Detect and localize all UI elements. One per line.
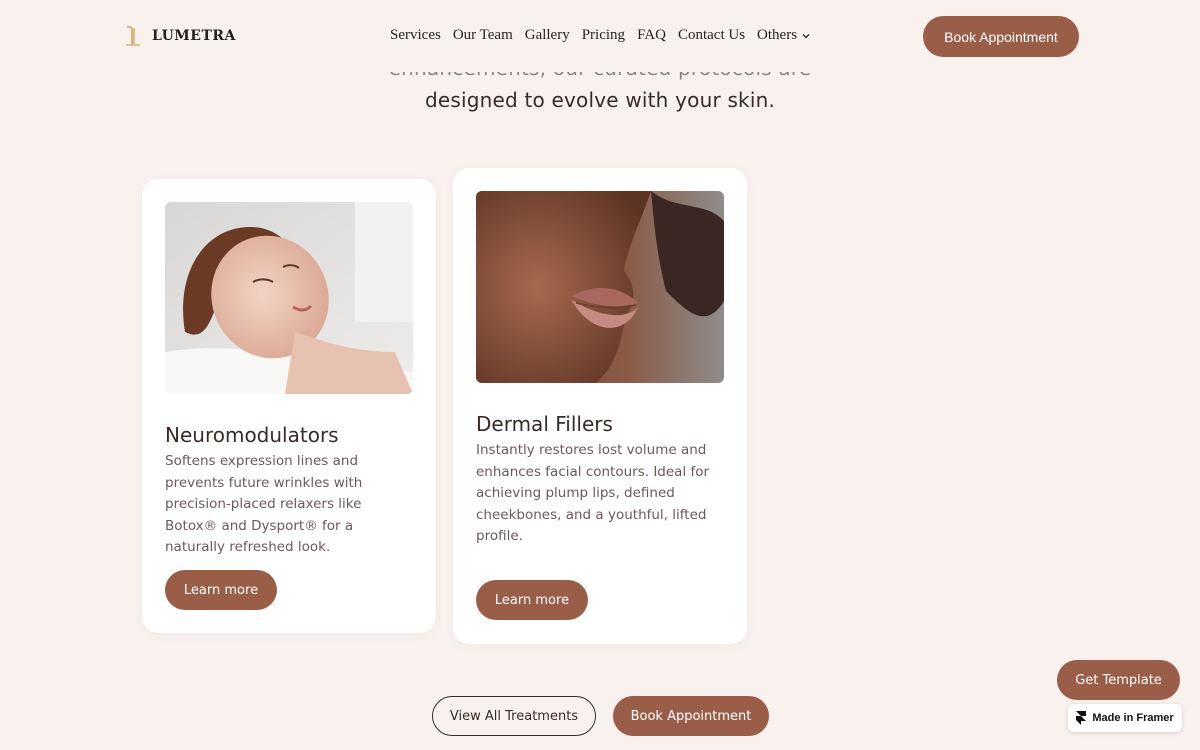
lips-closeup-photo (476, 191, 724, 383)
chevron-down-icon (802, 33, 810, 38)
nav-services[interactable]: Services (390, 27, 441, 44)
made-in-framer-label: Made in Framer (1092, 712, 1174, 724)
nav-gallery[interactable]: Gallery (525, 27, 570, 44)
card-description: Softens expression lines and prevents fu… (165, 453, 363, 555)
intro-text-line-2: designed to evolve with your skin. (424, 88, 776, 112)
card-description: Instantly restores lost volume and enhan… (476, 442, 710, 544)
get-template-button[interactable]: Get Template (1057, 660, 1180, 700)
framer-logo-icon (1076, 711, 1087, 725)
woman-face-photo (165, 202, 413, 394)
view-all-treatments-button[interactable]: View All Treatments (432, 696, 596, 736)
brand-name: LUMETRA (152, 28, 236, 44)
treatment-card-dermal-fillers: Dermal Fillers Instantly restores lost v… (453, 168, 747, 644)
nav-contact-us[interactable]: Contact Us (678, 27, 745, 44)
treatment-card-neuromodulators: Neuromodulators Softens expression lines… (142, 179, 436, 633)
logo[interactable]: LUMETRA (124, 25, 236, 47)
made-in-framer-badge[interactable]: Made in Framer (1068, 704, 1182, 732)
card-title: Neuromodulators (165, 423, 339, 447)
card-title: Dermal Fillers (476, 412, 613, 436)
site-header: LUMETRA Services Our Team Gallery Pricin… (0, 0, 1200, 72)
nav-others-dropdown[interactable]: Others (757, 27, 811, 44)
logo-mark-icon (126, 25, 140, 46)
book-appointment-button[interactable]: Book Appointment (923, 16, 1079, 57)
main-nav: Services Our Team Gallery Pricing FAQ Co… (390, 27, 811, 44)
nav-pricing[interactable]: Pricing (582, 27, 625, 44)
learn-more-button[interactable]: Learn more (476, 580, 588, 620)
book-appointment-bottom-button[interactable]: Book Appointment (613, 696, 769, 736)
nav-others-label: Others (757, 27, 798, 43)
learn-more-button[interactable]: Learn more (165, 570, 277, 610)
nav-faq[interactable]: FAQ (637, 27, 666, 44)
nav-our-team[interactable]: Our Team (453, 27, 513, 44)
